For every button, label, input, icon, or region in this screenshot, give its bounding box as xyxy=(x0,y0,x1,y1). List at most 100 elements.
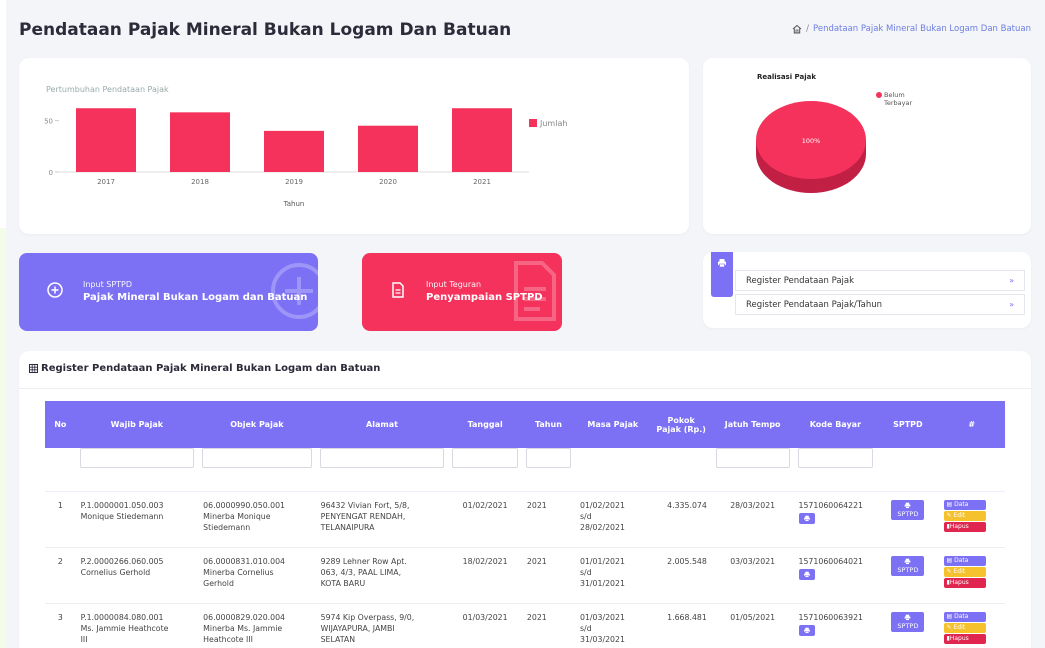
sptpd-print-button[interactable]: SPTPD xyxy=(891,611,925,632)
table-row: 3 P.1.0000084.080.001 Ms. Jammie Heathcote… xyxy=(45,603,1005,648)
filter-objek-pajak-input[interactable] xyxy=(202,448,312,468)
column-header[interactable]: Objek Pajak xyxy=(198,401,316,448)
home-icon[interactable] xyxy=(792,24,802,34)
edit-icon: ✎ xyxy=(946,511,952,519)
bar[interactable] xyxy=(76,108,136,172)
filter-wajib-pajak-input[interactable] xyxy=(79,448,195,468)
cell-wp2: Cornelius Gerhold xyxy=(80,567,151,577)
filter-alamat-input[interactable] xyxy=(319,448,445,468)
legend-label[interactable]: Jumlah xyxy=(539,119,567,128)
teguran-big-label: Penyampaian SPTPD xyxy=(426,292,543,303)
cell-no: 2 xyxy=(57,556,63,566)
print-tab[interactable] xyxy=(711,252,733,297)
cell-m1: 01/01/2021 xyxy=(580,556,625,566)
column-header[interactable]: Wajib Pajak xyxy=(75,401,199,448)
print-kode-bayar-button[interactable] xyxy=(798,512,815,524)
bar[interactable] xyxy=(452,108,512,172)
bar[interactable] xyxy=(170,112,230,172)
sptpd-button-label: SPTPD xyxy=(897,509,919,518)
cell-al3: TELANAIPURA xyxy=(320,522,375,532)
sptpd-print-button[interactable]: SPTPD xyxy=(891,499,925,520)
bar[interactable] xyxy=(264,130,324,172)
cell-tanggal: 01/03/2021 xyxy=(462,612,508,622)
register-pendataan-tahun-link[interactable]: Register Pendataan Pajak/Tahun » xyxy=(735,294,1025,315)
cell-wp2: Ms. Jammie Heathcote xyxy=(80,623,169,633)
plus-circle-icon xyxy=(47,282,63,298)
cell-tanggal: 01/02/2021 xyxy=(462,500,508,510)
document-icon xyxy=(392,282,404,298)
column-header[interactable]: No xyxy=(45,401,76,448)
filter-tahun-input[interactable] xyxy=(525,448,571,468)
cell-wp3: III xyxy=(80,634,88,644)
x-tick-label: 2020 xyxy=(379,178,397,186)
edit-icon: ✎ xyxy=(946,623,952,631)
breadcrumb: / Pendataan Pajak Mineral Bukan Logam Da… xyxy=(792,24,1031,34)
cell-pokok: 4.335.074 xyxy=(667,500,707,510)
cell-tahun: 2021 xyxy=(526,612,547,622)
data-button[interactable]: ▤ Data xyxy=(943,611,986,622)
edit-button[interactable]: ✎ Edit xyxy=(943,566,986,577)
print-kode-bayar-button[interactable] xyxy=(798,624,815,636)
cell-kode: 1571060064021 xyxy=(798,556,864,566)
print-icon xyxy=(803,627,810,634)
sptpd-big-label: Pajak Mineral Bukan Logam dan Batuan xyxy=(83,292,308,303)
edit-button[interactable]: ✎ Edit xyxy=(943,622,986,633)
cell-m2: s/d xyxy=(580,623,592,633)
cell-tanggal: 18/02/2021 xyxy=(462,556,508,566)
legend-swatch xyxy=(529,119,537,127)
cell-no: 1 xyxy=(57,500,63,510)
cell-al1: 9289 Lehner Row Apt. xyxy=(320,556,407,566)
register-table: No Wajib Pajak Objek Pajak Alamat Tanggal Tah… xyxy=(45,401,1005,648)
edit-button-label: Edit xyxy=(953,511,966,519)
data-button-label: Data xyxy=(954,500,969,508)
cell-no: 3 xyxy=(57,612,63,622)
pie-slice-label: 100% xyxy=(802,137,821,145)
breadcrumb-current[interactable]: Pendataan Pajak Mineral Bukan Logam Dan … xyxy=(813,24,1031,34)
sptpd-print-button[interactable]: SPTPD xyxy=(891,555,925,576)
input-teguran-button[interactable]: Input Teguran Penyampaian SPTPD xyxy=(362,253,562,331)
column-header[interactable]: SPTPD xyxy=(877,401,939,448)
column-header[interactable]: Kode Bayar xyxy=(793,401,878,448)
column-header[interactable]: Pokok Pajak (Rp.) xyxy=(650,401,712,448)
input-sptpd-button[interactable]: Input SPTPD Pajak Mineral Bukan Logam da… xyxy=(19,253,318,331)
data-button[interactable]: ▤ Data xyxy=(943,499,986,510)
cell-m1: 01/02/2021 xyxy=(580,500,625,510)
cell-pokok: 1.668.481 xyxy=(667,612,707,622)
cell-op1: 06.0000831.010.004 xyxy=(203,556,286,566)
cell-al1: 5974 Kip Overpass, 9/0, xyxy=(320,612,415,622)
register-card: Register Pendataan Pajak » Register Pend… xyxy=(703,252,1031,328)
register-pendataan-link[interactable]: Register Pendataan Pajak » xyxy=(735,270,1025,291)
teguran-small-label: Input Teguran xyxy=(426,280,482,289)
cell-op1: 06.0000990.050.001 xyxy=(203,500,286,510)
column-header[interactable]: Jatuh Tempo xyxy=(711,401,794,448)
filter-kode-bayar-input[interactable] xyxy=(797,448,874,468)
print-kode-bayar-button[interactable] xyxy=(798,568,815,580)
cell-tahun: 2021 xyxy=(526,500,547,510)
y-tick-label: 50 xyxy=(44,118,53,126)
edit-icon: ✎ xyxy=(946,567,952,575)
print-icon xyxy=(905,558,911,565)
bar[interactable] xyxy=(358,125,418,172)
filter-jatuh-tempo-input[interactable] xyxy=(715,448,790,468)
x-tick-label: 2019 xyxy=(285,178,303,186)
cell-al2: PENYENGAT RENDAH, xyxy=(320,511,406,521)
table-title: Register Pendataan Pajak Mineral Bukan L… xyxy=(29,363,380,374)
filter-tanggal-input[interactable] xyxy=(452,448,518,468)
realisasi-pie-chart: 100% xyxy=(756,101,866,193)
column-header[interactable]: Alamat xyxy=(315,401,449,448)
x-axis-title: Tahun xyxy=(283,200,305,208)
column-header[interactable]: Masa Pajak xyxy=(575,401,651,448)
data-button[interactable]: ▤ Data xyxy=(943,555,986,566)
print-icon xyxy=(718,259,726,268)
column-header[interactable]: Tahun xyxy=(521,401,575,448)
edit-button[interactable]: ✎ Edit xyxy=(943,510,986,521)
column-header[interactable]: # xyxy=(938,401,1005,448)
column-header[interactable]: Tanggal xyxy=(448,401,522,448)
delete-button[interactable]: ▮Hapus xyxy=(943,633,986,644)
left-strip xyxy=(0,0,6,648)
edit-button-label: Edit xyxy=(953,623,966,631)
delete-button[interactable]: ▮Hapus xyxy=(943,577,986,588)
edit-button-label: Edit xyxy=(953,567,966,575)
sptpd-button-label: SPTPD xyxy=(897,565,919,574)
delete-button[interactable]: ▮Hapus xyxy=(943,521,986,532)
